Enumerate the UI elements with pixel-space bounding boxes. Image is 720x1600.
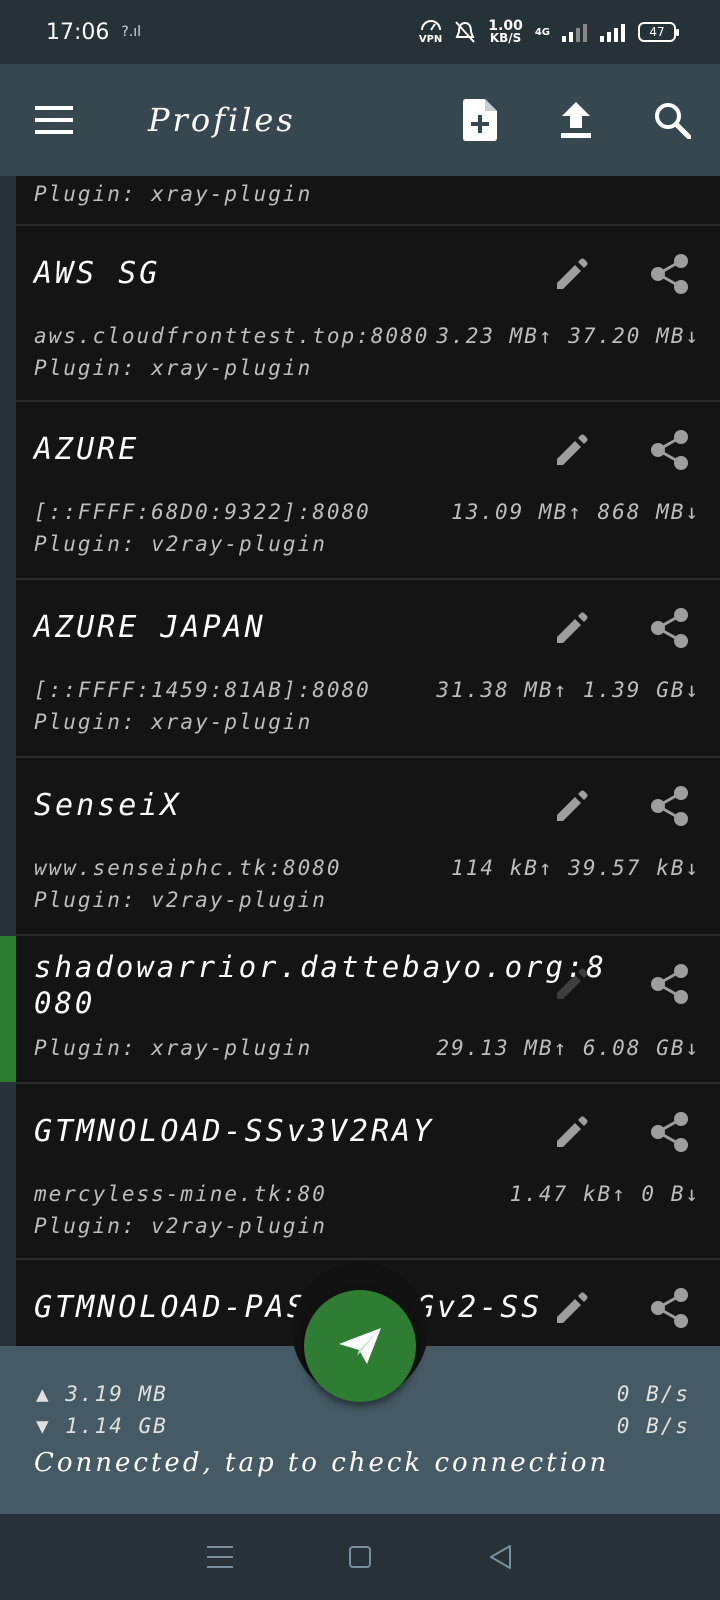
recents-icon: [207, 1546, 233, 1568]
profile-traffic: 1.47 kB↑ 0 B↓: [509, 1182, 700, 1206]
download-total: ▼ 1.14 GB: [36, 1414, 168, 1438]
recents-button[interactable]: [200, 1537, 240, 1577]
edit-button[interactable]: [544, 246, 600, 302]
profile-plugin: Plugin: xray-plugin: [34, 182, 313, 206]
network-speed: 1.00 KB/S: [488, 18, 523, 45]
mute-bell-icon: [455, 21, 476, 43]
home-button[interactable]: [340, 1537, 380, 1577]
profile-name: AWS SG: [34, 256, 161, 291]
profile-traffic: 13.09 MB↑ 868 MB↓: [451, 500, 700, 524]
edit-pencil-icon: [557, 1116, 588, 1147]
paper-plane-icon: [339, 1328, 381, 1364]
share-icon: [651, 786, 688, 826]
menu-icon: [35, 106, 73, 134]
edit-pencil-icon: [557, 790, 588, 821]
profile-list[interactable]: Plugin: xray-plugin AWS SG aws.cloudfron…: [0, 176, 720, 1346]
profile-name: SenseiX: [34, 788, 182, 823]
profile-traffic: 31.38 MB↑ 1.39 GB↓: [436, 678, 700, 702]
profile-host: mercyless-mine.tk:80: [34, 1182, 327, 1206]
profile-host: aws.cloudfronttest.top:8080: [34, 324, 430, 348]
profile-card[interactable]: GTMNOLOAD-SSv3V2RAY mercyless-mine.tk:80…: [16, 1084, 720, 1260]
status-bar: 17:06 ?.ıl VPN 1.00 KB/S 4G 47: [0, 0, 720, 64]
edit-pencil-icon: [557, 612, 588, 643]
profile-plugin: Plugin: v2ray-plugin: [34, 532, 327, 556]
upload-icon: [561, 102, 591, 138]
profile-name: AZURE: [34, 432, 140, 467]
upload-rate: 0 B/s: [616, 1382, 690, 1406]
edit-button[interactable]: [544, 600, 600, 656]
profile-name: GTMNOLOAD-SSv3V2RAY: [34, 1114, 435, 1149]
profile-card[interactable]: Plugin: xray-plugin: [16, 176, 720, 226]
profile-card[interactable]: AWS SG aws.cloudfronttest.top:8080 3.23 …: [16, 226, 720, 402]
profile-card-active[interactable]: shadowarrior.dattebayo.org:8 080 Plugin:…: [0, 936, 720, 1084]
signal-icon: [562, 24, 587, 42]
add-file-icon: [463, 99, 497, 141]
battery-indicator: 47: [638, 22, 679, 42]
back-icon: [490, 1545, 511, 1569]
search-icon: [655, 103, 691, 139]
edit-pencil-icon: [557, 434, 588, 465]
add-profile-button[interactable]: [432, 64, 528, 176]
speedometer-icon: [420, 20, 441, 31]
edit-pencil-icon: [557, 258, 588, 289]
profile-name: GTMNOLOAD-PAS: [34, 1290, 308, 1325]
back-button[interactable]: [480, 1537, 520, 1577]
home-icon: [349, 1546, 371, 1568]
share-button[interactable]: [642, 778, 698, 834]
profile-traffic: 29.13 MB↑ 6.08 GB↓: [436, 1036, 700, 1060]
edit-pencil-icon: [557, 968, 588, 999]
share-icon: [651, 964, 688, 1004]
status-time: 17:06: [46, 19, 110, 45]
profile-card[interactable]: AZURE JAPAN [::FFFF:1459:81AB]:8080 31.3…: [16, 580, 720, 758]
share-button[interactable]: [642, 956, 698, 1012]
share-button[interactable]: [642, 422, 698, 478]
connect-fab[interactable]: [304, 1290, 416, 1402]
connection-status-text[interactable]: Connected, tap to check connection: [34, 1448, 609, 1478]
network-type: 4G: [534, 26, 550, 38]
profile-name: shadowarrior.dattebayo.org:8: [34, 950, 607, 984]
weak-signal-icon: ?.ıl: [121, 24, 142, 40]
signal-icon-2: [600, 24, 625, 42]
edit-button[interactable]: [544, 778, 600, 834]
profile-plugin: Plugin: xray-plugin: [34, 356, 313, 380]
profile-plugin: Plugin: v2ray-plugin: [34, 1214, 327, 1238]
share-button[interactable]: [642, 1104, 698, 1160]
share-icon: [651, 254, 688, 294]
share-icon: [651, 430, 688, 470]
profile-plugin: Plugin: xray-plugin: [34, 1036, 313, 1060]
system-nav-bar: [0, 1514, 720, 1600]
profile-traffic: 3.23 MB↑ 37.20 MB↓: [436, 324, 700, 348]
profile-name-line2: 080: [34, 986, 96, 1020]
edit-button[interactable]: [544, 422, 600, 478]
profile-name: AZURE JAPAN: [34, 610, 266, 645]
edit-button-disabled: [544, 956, 600, 1012]
profile-name-tail: Gv2-SS: [416, 1290, 543, 1325]
profile-card[interactable]: AZURE [::FFFF:68D0:9322]:8080 13.09 MB↑ …: [16, 402, 720, 580]
edit-button[interactable]: [544, 1104, 600, 1160]
app-toolbar: Profiles: [0, 64, 720, 176]
vpn-indicator: VPN: [419, 19, 442, 45]
profile-plugin: Plugin: xray-plugin: [34, 710, 313, 734]
download-rate: 0 B/s: [616, 1414, 690, 1438]
share-button[interactable]: [642, 1280, 698, 1336]
menu-button[interactable]: [0, 64, 108, 176]
share-button[interactable]: [642, 246, 698, 302]
status-icons: VPN 1.00 KB/S 4G 47: [419, 18, 679, 45]
profile-traffic: 114 kB↑ 39.57 kB↓: [451, 856, 700, 880]
edit-pencil-icon: [557, 1292, 588, 1323]
upload-total: ▲ 3.19 MB: [36, 1382, 168, 1406]
profile-host: [::FFFF:1459:81AB]:8080: [34, 678, 371, 702]
share-button[interactable]: [642, 600, 698, 656]
profile-card[interactable]: SenseiX www.senseiphc.tk:8080 114 kB↑ 39…: [16, 758, 720, 936]
import-button[interactable]: [528, 64, 624, 176]
page-title: Profiles: [148, 101, 296, 139]
edit-button[interactable]: [544, 1280, 600, 1336]
profile-host: [::FFFF:68D0:9322]:8080: [34, 500, 371, 524]
profile-host: www.senseiphc.tk:8080: [34, 856, 342, 880]
share-icon: [651, 1288, 688, 1328]
share-icon: [651, 608, 688, 648]
search-button[interactable]: [624, 64, 720, 176]
profile-plugin: Plugin: v2ray-plugin: [34, 888, 327, 912]
share-icon: [651, 1112, 688, 1152]
